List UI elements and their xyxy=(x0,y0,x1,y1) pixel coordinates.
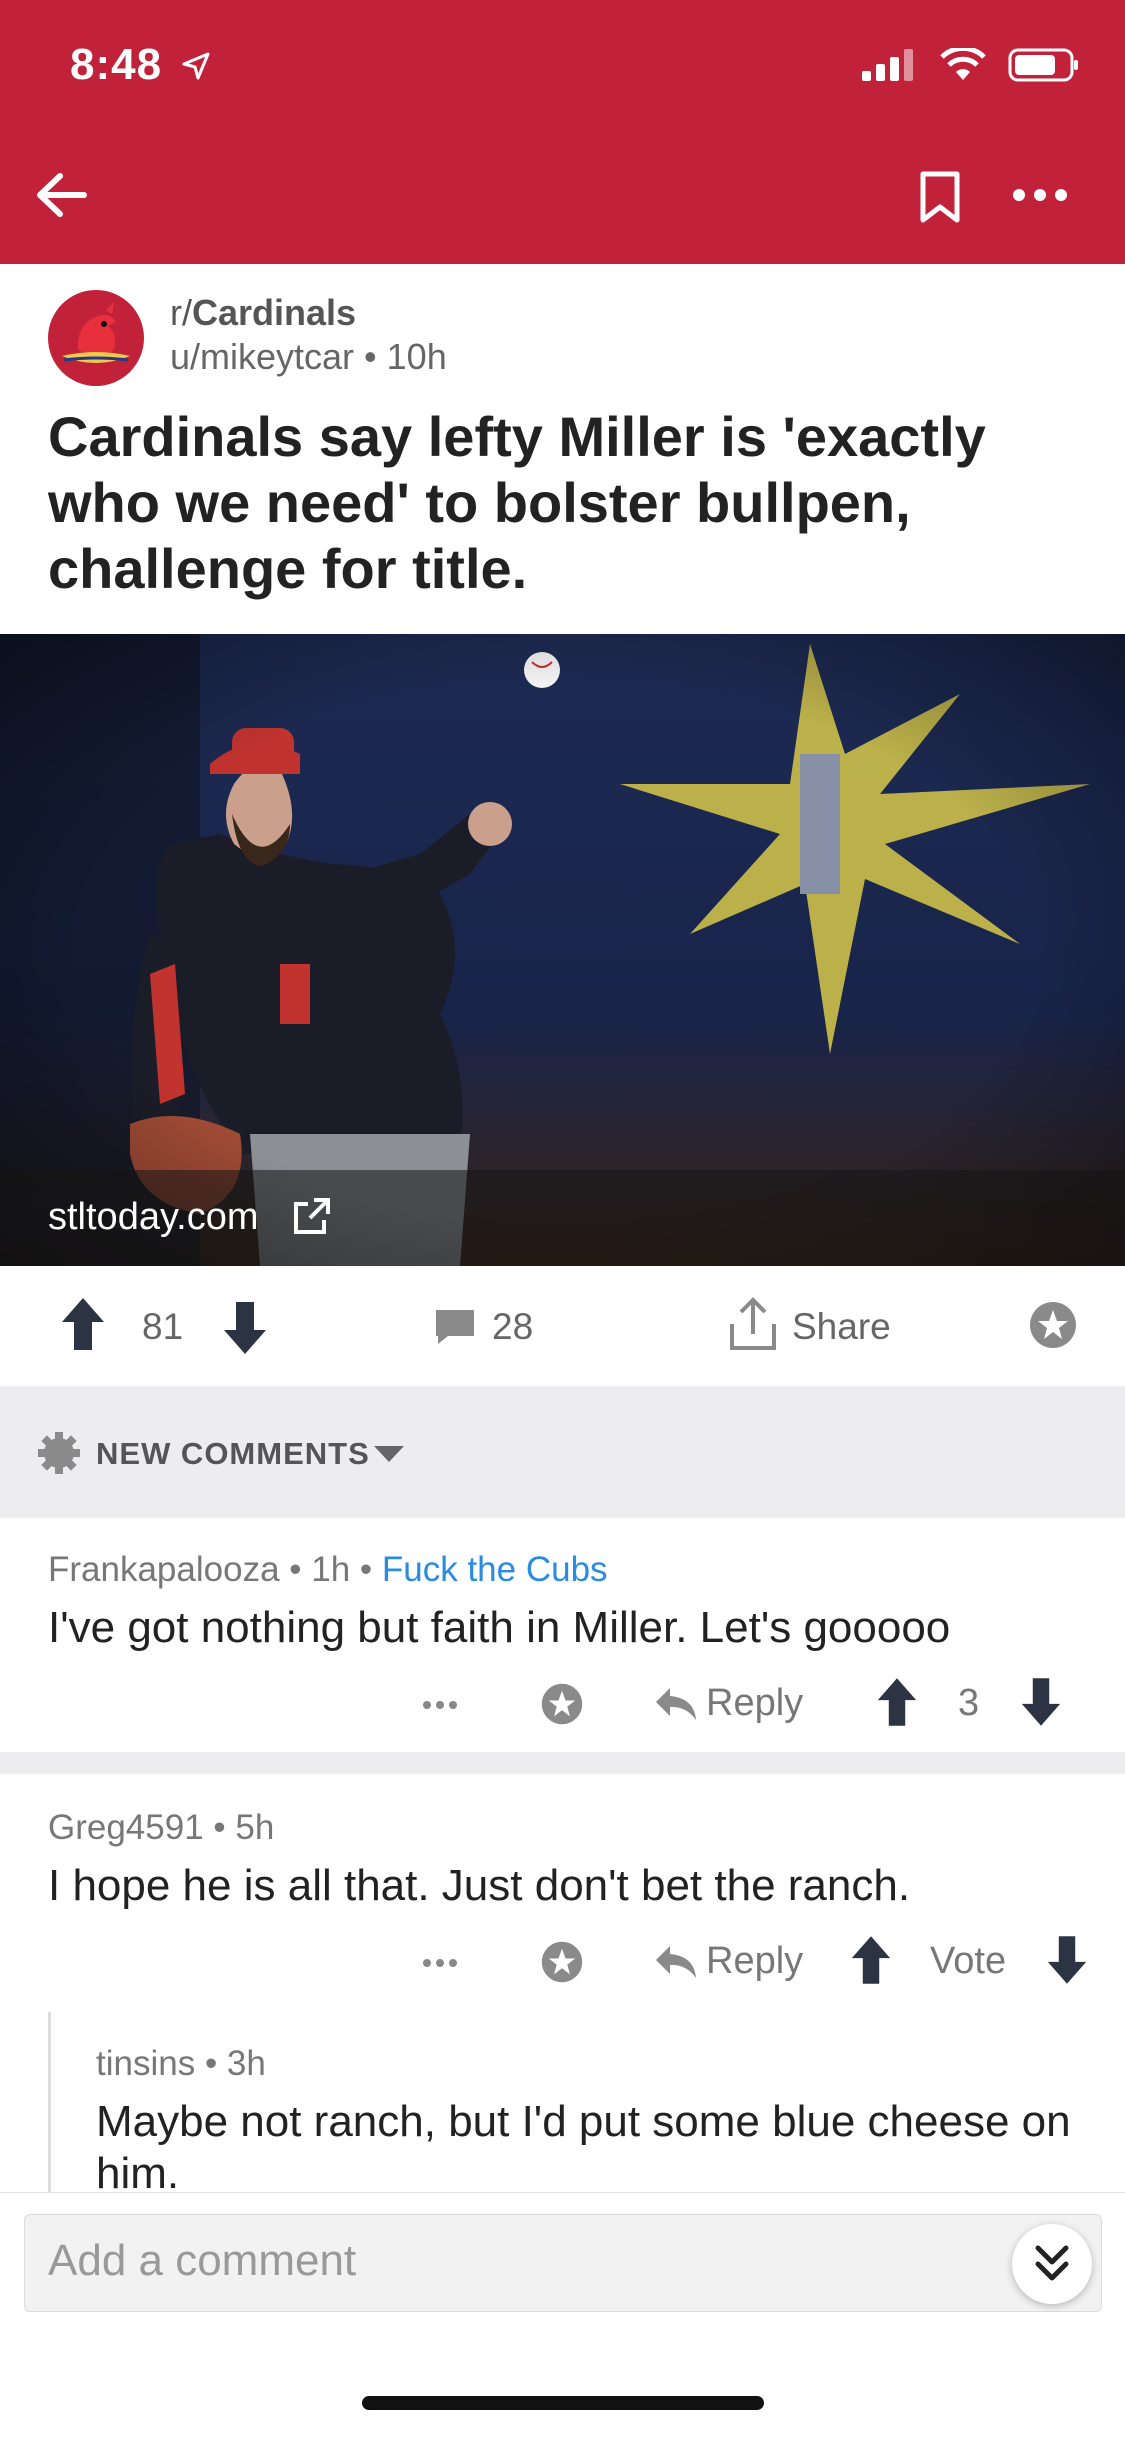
comment-text: I hope he is all that. Just don't bet th… xyxy=(48,1861,911,1910)
subreddit-prefix: r/ xyxy=(170,292,192,333)
external-link-icon xyxy=(294,1198,330,1234)
post-meta: u/mikeytcar • 10h xyxy=(170,336,447,377)
sort-gear-icon xyxy=(38,1432,80,1474)
post-title[interactable]: Cardinals say lefty Miller is 'exactly w… xyxy=(48,404,1078,602)
jump-down-button[interactable] xyxy=(1012,2224,1092,2304)
post-actions: 81 28 Share xyxy=(0,1266,1125,1386)
more-icon[interactable] xyxy=(422,1958,458,1968)
comment-score: 3 xyxy=(958,1682,980,1724)
back-arrow-icon[interactable] xyxy=(34,170,90,220)
comment-text: Maybe not ranch, but I'd put some blue c… xyxy=(96,2097,1071,2198)
comment-meta: Greg4591 • 5h xyxy=(48,1808,275,1847)
comment-count[interactable]: 28 xyxy=(492,1306,533,1348)
comment-icon[interactable] xyxy=(434,1308,476,1346)
reply-button[interactable]: Reply xyxy=(706,1940,803,1983)
post-age: 10h xyxy=(386,336,447,377)
comment-text: I've got nothing but faith in Miller. Le… xyxy=(48,1603,951,1652)
comment-author[interactable]: Frankapalooza xyxy=(48,1550,280,1589)
downvote-icon[interactable] xyxy=(222,1300,268,1356)
comment-age: 5h xyxy=(235,1808,275,1847)
share-button[interactable]: Share xyxy=(792,1306,891,1348)
home-indicator xyxy=(362,2396,764,2410)
comment-meta: Frankapalooza • 1h • Fuck the Cubs xyxy=(48,1550,608,1589)
award-icon[interactable] xyxy=(540,1940,584,1984)
comment-author[interactable]: tinsins xyxy=(96,2044,195,2083)
more-icon[interactable] xyxy=(422,1700,458,1710)
user-flair: Fuck the Cubs xyxy=(381,1550,608,1589)
battery-icon xyxy=(1008,48,1078,82)
vote-label: Vote xyxy=(930,1940,1007,1982)
subreddit-label: Cardinals xyxy=(192,292,357,333)
comment-divider xyxy=(0,1752,1125,1774)
sort-label[interactable]: NEW COMMENTS xyxy=(96,1436,370,1472)
share-icon[interactable] xyxy=(728,1296,778,1352)
status-icons xyxy=(862,48,1080,82)
reply-icon[interactable] xyxy=(654,1686,698,1722)
post-author[interactable]: u/mikeytcar xyxy=(170,336,354,377)
chevron-down-icon[interactable] xyxy=(372,1444,406,1464)
wifi-icon xyxy=(940,48,986,80)
thread-line xyxy=(48,2012,51,2192)
post-header: r/Cardinals u/mikeytcar • 10h Cardinals … xyxy=(0,264,1125,634)
reply-button[interactable]: Reply xyxy=(706,1682,803,1725)
jump-down-icon xyxy=(1035,2245,1069,2281)
app-header: 8:48 xyxy=(0,0,1125,264)
signal-icon xyxy=(862,49,913,81)
upvote-icon[interactable] xyxy=(60,1296,106,1352)
comment-age: 1h xyxy=(311,1550,351,1589)
location-arrow-icon xyxy=(182,52,210,80)
subreddit-name[interactable]: r/Cardinals xyxy=(170,292,356,334)
comment-age: 3h xyxy=(226,2044,266,2083)
upvote-icon[interactable] xyxy=(876,1676,918,1728)
comment-meta: tinsins • 3h xyxy=(96,2044,266,2083)
vote-count: 81 xyxy=(142,1306,184,1347)
link-domain[interactable]: stltoday.com xyxy=(48,1196,258,1239)
downvote-icon[interactable] xyxy=(1020,1676,1062,1728)
downvote-icon[interactable] xyxy=(1046,1934,1088,1986)
subreddit-avatar[interactable] xyxy=(48,290,144,386)
reply-icon[interactable] xyxy=(654,1944,698,1980)
bookmark-icon[interactable] xyxy=(918,170,962,224)
comment-author[interactable]: Greg4591 xyxy=(48,1808,204,1847)
award-icon[interactable] xyxy=(540,1682,584,1726)
status-time: 8:48 xyxy=(70,40,163,89)
more-icon[interactable] xyxy=(1012,188,1068,202)
upvote-icon[interactable] xyxy=(850,1934,892,1986)
comment-placeholder: Add a comment xyxy=(48,2236,357,2285)
award-icon[interactable] xyxy=(1028,1300,1078,1350)
